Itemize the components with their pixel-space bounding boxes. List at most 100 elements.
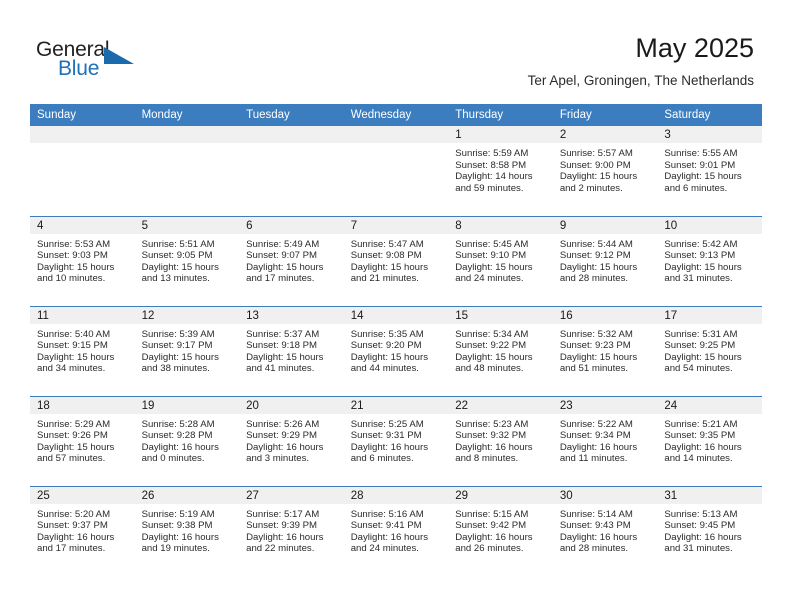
- daylight-text-line2: and 34 minutes.: [37, 363, 106, 375]
- sunrise-text: Sunrise: 5:29 AM: [37, 418, 111, 430]
- calendar-day-cell[interactable]: 3 Sunrise: 5:55 AM Sunset: 9:01 PM Daylight…: [657, 126, 762, 216]
- day-details: Sunrise: 5:35 AM Sunset: 9:20 PM Daylight:…: [344, 324, 449, 375]
- calendar-day-cell[interactable]: 6 Sunrise: 5:49 AM Sunset: 9:07 PM Daylight…: [239, 215, 344, 306]
- sunset-text: Sunset: 9:39 PM: [246, 520, 318, 532]
- day-details: Sunrise: 5:55 AM Sunset: 9:01 PM Daylight:…: [657, 143, 762, 194]
- daylight-text-line2: and 24 minutes.: [350, 543, 419, 555]
- sunset-text: Sunset: 9:43 PM: [559, 520, 631, 532]
- sunrise-text: Sunrise: 5:32 AM: [559, 328, 633, 340]
- sunrise-text: Sunrise: 5:42 AM: [664, 238, 738, 250]
- day-number: 21: [343, 396, 449, 414]
- daylight-text-line2: and 51 minutes.: [559, 363, 629, 375]
- calendar-day-cell[interactable]: 23 Sunrise: 5:22 AM Sunset: 9:34 PM Dayligh…: [552, 395, 658, 486]
- daylight-text-line1: Daylight: 16 hours: [246, 441, 324, 453]
- sunset-text: Sunset: 9:05 PM: [141, 250, 213, 262]
- calendar-day-cell[interactable]: 11 Sunrise: 5:40 AM Sunset: 9:15 PM Dayligh…: [30, 305, 135, 396]
- day-number: 6: [239, 216, 344, 234]
- day-details: Sunrise: 5:19 AM Sunset: 9:38 PM Daylight:…: [135, 504, 240, 555]
- calendar-day-cell[interactable]: 28 Sunrise: 5:16 AM Sunset: 9:41 PM Dayligh…: [343, 485, 449, 576]
- daylight-text-line1: Daylight: 16 hours: [141, 441, 219, 453]
- calendar-day-cell[interactable]: 29 Sunrise: 5:15 AM Sunset: 9:42 PM Dayligh…: [448, 485, 553, 576]
- calendar-day-cell[interactable]: 31 Sunrise: 5:13 AM Sunset: 9:45 PM Dayligh…: [657, 485, 762, 576]
- calendar-day-cell[interactable]: 17 Sunrise: 5:31 AM Sunset: 9:25 PM Dayligh…: [657, 305, 762, 396]
- calendar-day-cell[interactable]: 16 Sunrise: 5:32 AM Sunset: 9:23 PM Dayligh…: [552, 305, 658, 396]
- daylight-text-line1: Daylight: 16 hours: [664, 531, 742, 543]
- sunrise-text: Sunrise: 5:49 AM: [246, 238, 320, 250]
- calendar-day-cell[interactable]: 12 Sunrise: 5:39 AM Sunset: 9:17 PM Dayligh…: [134, 305, 240, 396]
- sunset-text: Sunset: 9:23 PM: [559, 340, 631, 352]
- sunrise-text: Sunrise: 5:55 AM: [664, 148, 738, 159]
- calendar-day-cell-empty: [30, 126, 135, 216]
- weekday-header-wednesday: Wednesday: [343, 104, 449, 126]
- daylight-text-line2: and 31 minutes.: [664, 273, 733, 285]
- sunset-text: Sunset: 9:45 PM: [664, 520, 736, 532]
- day-number: 19: [134, 396, 240, 414]
- calendar-day-cell[interactable]: 7 Sunrise: 5:47 AM Sunset: 9:08 PM Daylight…: [343, 215, 449, 306]
- calendar-day-cell[interactable]: 14 Sunrise: 5:35 AM Sunset: 9:20 PM Dayligh…: [343, 305, 449, 396]
- calendar-day-cell-empty: [239, 126, 344, 216]
- daylight-text-line1: Daylight: 15 hours: [350, 351, 429, 363]
- daylight-text-line2: and 41 minutes.: [246, 363, 315, 375]
- day-number: 20: [239, 396, 344, 414]
- calendar-day-cell[interactable]: 8 Sunrise: 5:45 AM Sunset: 9:10 PM Daylight…: [448, 215, 553, 306]
- general-blue-logo[interactable]: General Blue: [36, 38, 156, 88]
- month-calendar: Sunday Monday Tuesday Wednesday Thursday…: [30, 104, 762, 576]
- daylight-text-line2: and 13 minutes.: [141, 273, 210, 285]
- calendar-day-cell[interactable]: 19 Sunrise: 5:28 AM Sunset: 9:28 PM Dayligh…: [134, 395, 240, 486]
- calendar-day-cell[interactable]: 20 Sunrise: 5:26 AM Sunset: 9:29 PM Dayligh…: [239, 395, 344, 486]
- calendar-day-cell[interactable]: 9 Sunrise: 5:44 AM Sunset: 9:12 PM Daylight…: [552, 215, 658, 306]
- daylight-text-line2: and 17 minutes.: [246, 273, 315, 285]
- daylight-text-line1: Daylight: 15 hours: [664, 171, 742, 183]
- sunrise-text: Sunrise: 5:53 AM: [37, 238, 111, 250]
- calendar-day-cell[interactable]: 5 Sunrise: 5:51 AM Sunset: 9:05 PM Daylight…: [134, 215, 240, 306]
- day-details: Sunrise: 5:45 AM Sunset: 9:10 PM Daylight:…: [448, 234, 553, 285]
- sunset-text: Sunset: 9:12 PM: [559, 250, 631, 262]
- day-number: 17: [657, 306, 762, 324]
- calendar-day-cell[interactable]: 10 Sunrise: 5:42 AM Sunset: 9:13 PM Dayligh…: [657, 215, 762, 306]
- sunset-text: Sunset: 9:32 PM: [455, 430, 527, 442]
- sunset-text: Sunset: 9:07 PM: [246, 250, 318, 262]
- calendar-day-cell[interactable]: 24 Sunrise: 5:21 AM Sunset: 9:35 PM Dayligh…: [657, 395, 762, 486]
- daylight-text-line2: and 2 minutes.: [559, 182, 623, 194]
- day-details: Sunrise: 5:40 AM Sunset: 9:15 PM Daylight:…: [30, 324, 135, 375]
- day-number: 7: [343, 216, 449, 234]
- page-title: May 2025: [635, 33, 754, 63]
- calendar-day-cell-empty: [134, 126, 240, 216]
- sunset-text: Sunset: 9:17 PM: [141, 340, 213, 352]
- calendar-day-cell[interactable]: 25 Sunrise: 5:20 AM Sunset: 9:37 PM Dayligh…: [30, 485, 135, 576]
- calendar-day-cell[interactable]: 26 Sunrise: 5:19 AM Sunset: 9:38 PM Dayligh…: [134, 485, 240, 576]
- daylight-text-line1: Daylight: 15 hours: [37, 441, 115, 453]
- day-details: Sunrise: 5:14 AM Sunset: 9:43 PM Daylight:…: [553, 504, 658, 555]
- day-number: 30: [552, 486, 658, 504]
- sunset-text: Sunset: 9:41 PM: [350, 520, 422, 532]
- calendar-day-cell[interactable]: 2 Sunrise: 5:57 AM Sunset: 9:00 PM Daylight…: [552, 126, 658, 216]
- day-number: 10: [657, 216, 762, 234]
- daylight-text-line2: and 8 minutes.: [455, 453, 519, 465]
- day-details: Sunrise: 5:51 AM Sunset: 9:05 PM Daylight:…: [135, 234, 240, 285]
- sunrise-text: Sunrise: 5:59 AM: [455, 148, 529, 159]
- sunrise-text: Sunrise: 5:57 AM: [559, 148, 633, 159]
- sunrise-text: Sunrise: 5:45 AM: [455, 238, 529, 250]
- day-details: Sunrise: 5:22 AM Sunset: 9:34 PM Daylight:…: [553, 414, 658, 465]
- calendar-day-cell[interactable]: 18 Sunrise: 5:29 AM Sunset: 9:26 PM Dayligh…: [30, 395, 135, 486]
- calendar-day-cell[interactable]: 22 Sunrise: 5:23 AM Sunset: 9:32 PM Dayligh…: [448, 395, 553, 486]
- sunset-text: Sunset: 9:13 PM: [664, 250, 736, 262]
- day-number: 11: [30, 306, 135, 324]
- day-details: Sunrise: 5:29 AM Sunset: 9:26 PM Daylight:…: [30, 414, 135, 465]
- calendar-day-cell[interactable]: 4 Sunrise: 5:53 AM Sunset: 9:03 PM Daylight…: [30, 215, 135, 306]
- sunrise-text: Sunrise: 5:16 AM: [350, 508, 424, 520]
- sunset-text: Sunset: 9:34 PM: [559, 430, 631, 442]
- calendar-day-cell[interactable]: 1 Sunrise: 5:59 AM Sunset: 8:58 PM Daylight…: [448, 126, 553, 216]
- calendar-day-cell[interactable]: 21 Sunrise: 5:25 AM Sunset: 9:31 PM Dayligh…: [343, 395, 449, 486]
- sunset-text: Sunset: 9:37 PM: [37, 520, 108, 532]
- day-details: Sunrise: 5:28 AM Sunset: 9:28 PM Daylight:…: [135, 414, 240, 465]
- sunrise-text: Sunrise: 5:21 AM: [664, 418, 738, 430]
- sunrise-text: Sunrise: 5:34 AM: [455, 328, 529, 340]
- calendar-day-cell[interactable]: 13 Sunrise: 5:37 AM Sunset: 9:18 PM Dayligh…: [239, 305, 344, 396]
- calendar-day-cell[interactable]: 27 Sunrise: 5:17 AM Sunset: 9:39 PM Dayligh…: [239, 485, 344, 576]
- calendar-day-cell[interactable]: 15 Sunrise: 5:34 AM Sunset: 9:22 PM Dayligh…: [448, 305, 553, 396]
- day-details: Sunrise: 5:26 AM Sunset: 9:29 PM Daylight:…: [239, 414, 344, 465]
- day-details: [239, 143, 344, 148]
- calendar-day-cell[interactable]: 30 Sunrise: 5:14 AM Sunset: 9:43 PM Dayligh…: [552, 485, 658, 576]
- daylight-text-line2: and 22 minutes.: [246, 543, 315, 555]
